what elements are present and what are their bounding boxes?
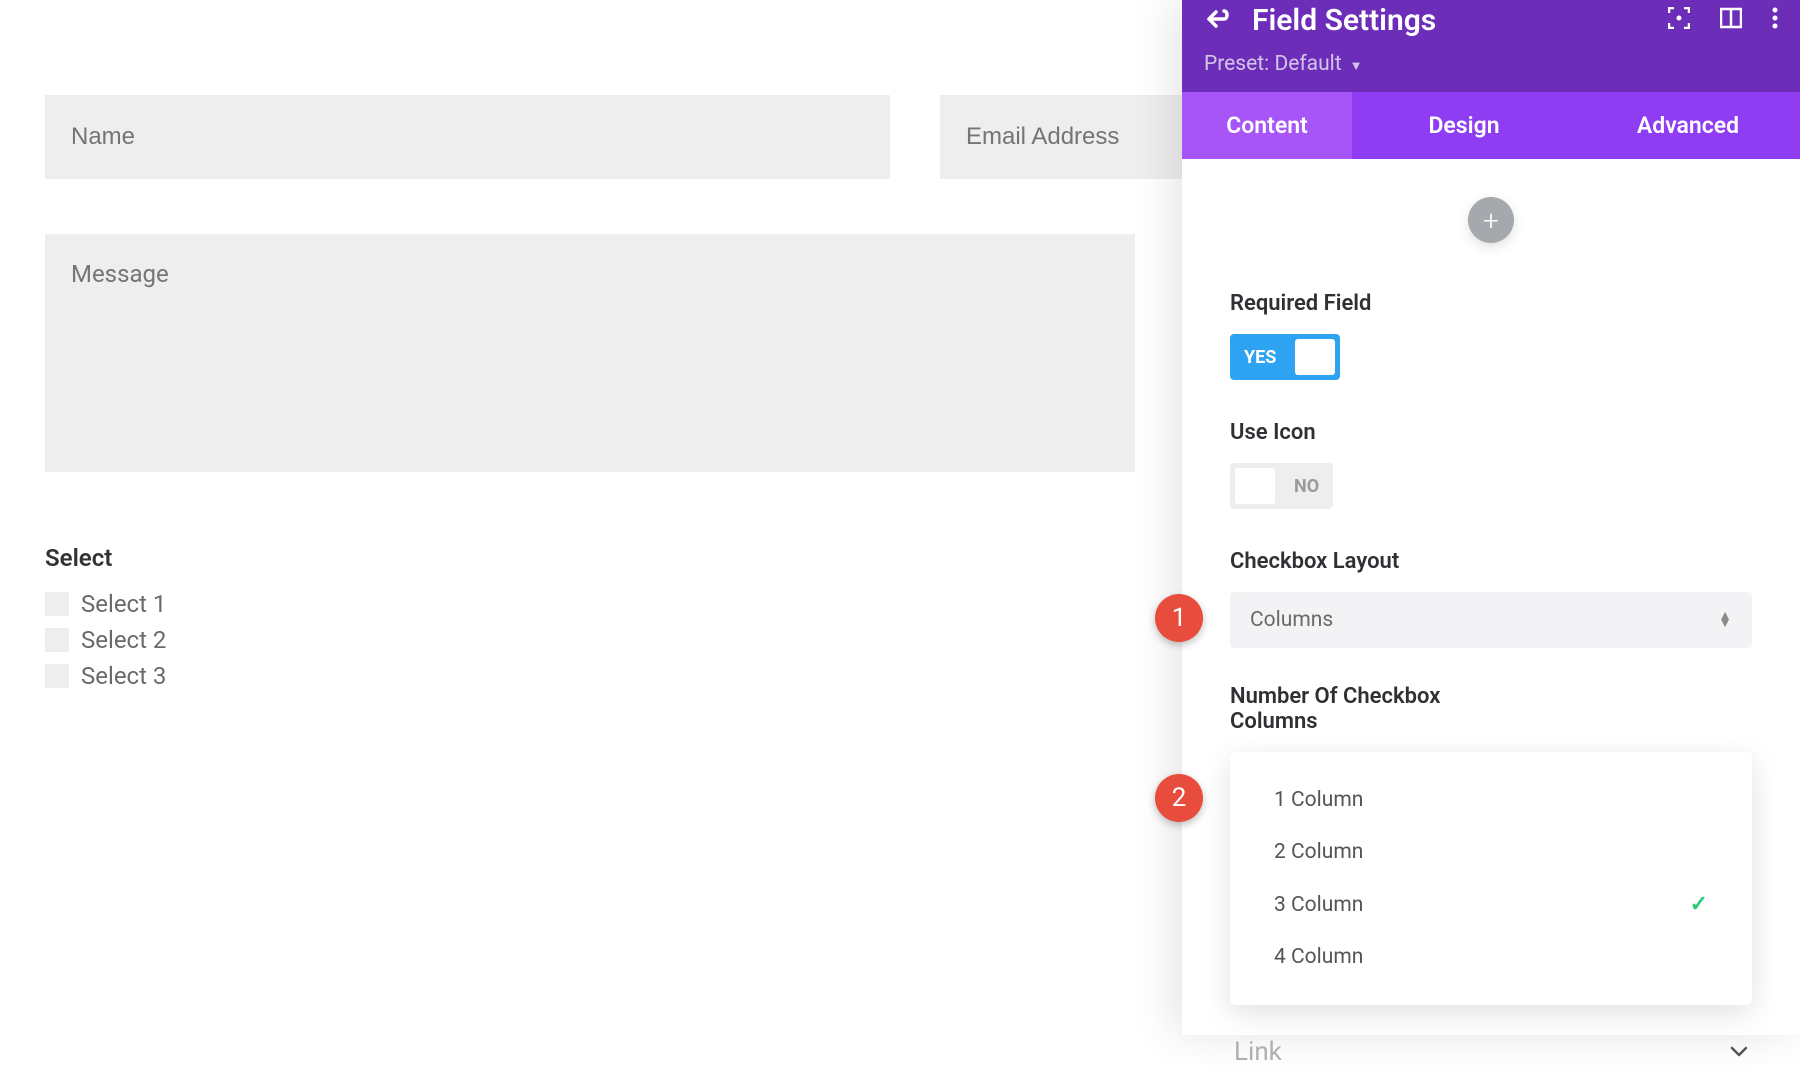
checkbox-label: Select 3 xyxy=(81,662,166,690)
tab-content[interactable]: Content xyxy=(1182,92,1352,159)
checkbox-icon xyxy=(45,664,69,688)
checkbox-label: Select 1 xyxy=(81,590,166,618)
checkbox-layout-select[interactable]: Columns ▲▼ xyxy=(1230,592,1752,648)
select-heading: Select xyxy=(45,544,1135,572)
panel-header: Field Settings Preset: Default ▼ Content… xyxy=(1182,0,1800,159)
link-section[interactable]: Link xyxy=(1230,1017,1752,1067)
check-icon: ✓ xyxy=(1690,892,1708,917)
settings-panel: Field Settings Preset: Default ▼ Content… xyxy=(1182,0,1800,1035)
message-textarea[interactable] xyxy=(45,234,1135,472)
form-preview: Select Select 1 Select 2 Select 3 xyxy=(0,0,1180,1035)
columns-icon[interactable] xyxy=(1720,7,1742,33)
chevron-updown-icon: ▲▼ xyxy=(1718,613,1732,627)
required-field-label: Required Field xyxy=(1230,291,1752,316)
back-icon[interactable] xyxy=(1204,4,1230,37)
tab-advanced[interactable]: Advanced xyxy=(1576,92,1800,159)
checkbox-icon xyxy=(45,592,69,616)
checkbox-label: Select 2 xyxy=(81,626,166,654)
callout-badge-2: 2 xyxy=(1155,774,1203,822)
required-field-toggle[interactable]: YES xyxy=(1230,334,1340,380)
tab-design[interactable]: Design xyxy=(1352,92,1576,159)
panel-title: Field Settings xyxy=(1252,3,1668,38)
dropdown-option[interactable]: 2 Column xyxy=(1230,826,1752,878)
callout-badge-1: 1 xyxy=(1155,594,1203,642)
focus-icon[interactable] xyxy=(1668,7,1690,33)
panel-body: + Required Field YES Use Icon NO Checkbo… xyxy=(1182,159,1800,1034)
checkbox-layout-label: Checkbox Layout xyxy=(1230,549,1752,574)
use-icon-label: Use Icon xyxy=(1230,420,1752,445)
checkbox-icon xyxy=(45,628,69,652)
tabs: Content Design Advanced xyxy=(1182,92,1800,159)
dropdown-option[interactable]: 4 Column xyxy=(1230,931,1752,983)
preset-selector[interactable]: Preset: Default ▼ xyxy=(1182,40,1800,92)
dropdown-option[interactable]: 3 Column ✓ xyxy=(1230,878,1752,931)
name-input[interactable] xyxy=(45,95,890,179)
checkbox-option[interactable]: Select 2 xyxy=(45,626,1135,654)
dropdown-option[interactable]: 1 Column xyxy=(1230,774,1752,826)
checkbox-option[interactable]: Select 1 xyxy=(45,590,1135,618)
checkbox-option[interactable]: Select 3 xyxy=(45,662,1135,690)
add-button[interactable]: + xyxy=(1468,197,1514,243)
num-columns-label: Number Of Checkbox Columns xyxy=(1230,684,1490,734)
chevron-down-icon xyxy=(1730,1042,1748,1063)
use-icon-toggle[interactable]: NO xyxy=(1230,463,1333,509)
num-columns-dropdown: 1 Column 2 Column 3 Column ✓ 4 Column xyxy=(1230,752,1752,1005)
more-icon[interactable] xyxy=(1772,7,1778,33)
